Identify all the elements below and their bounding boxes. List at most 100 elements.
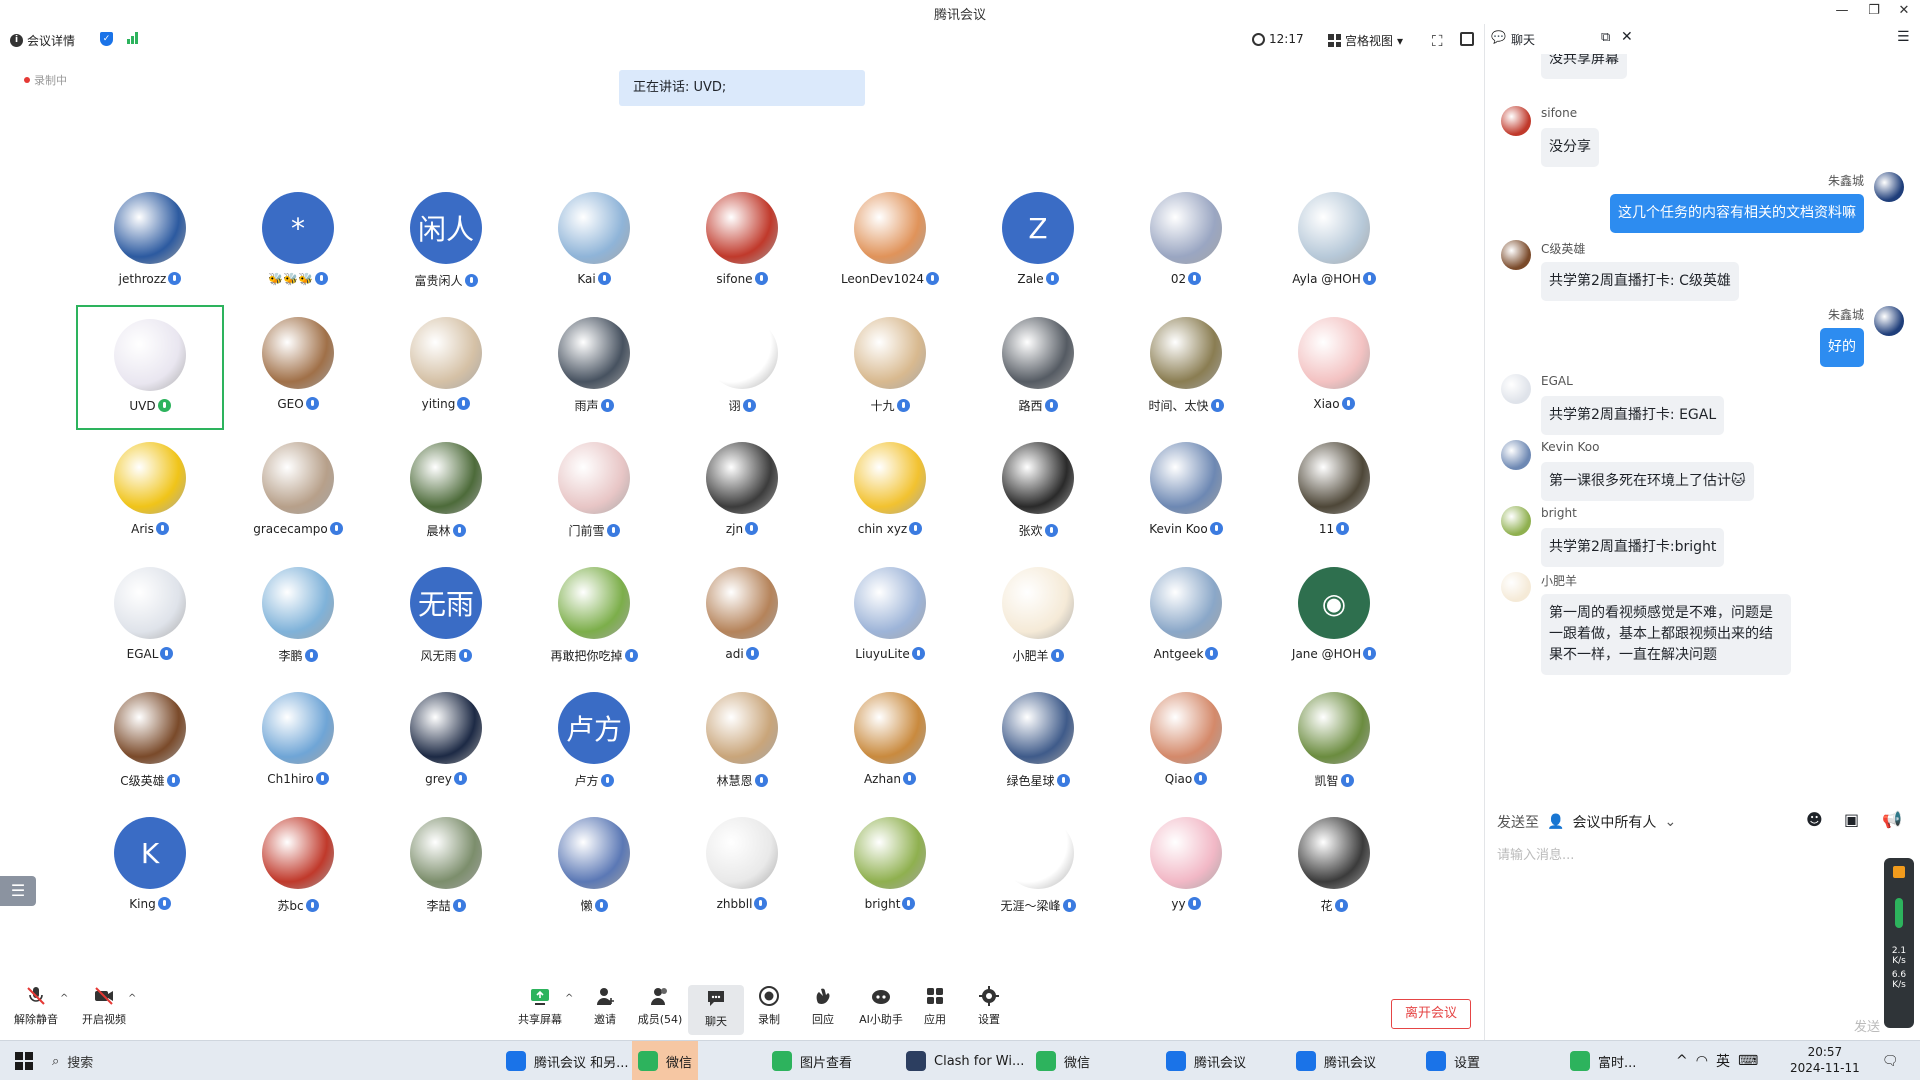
- restore-button[interactable]: ❐: [1858, 0, 1890, 24]
- message-bubble[interactable]: 共学第2周直播打卡: C级英雄: [1541, 262, 1739, 301]
- taskbar-app[interactable]: 图片查看: [766, 1041, 858, 1080]
- emoji-icon[interactable]: ☻: [1806, 810, 1824, 829]
- participant-tile[interactable]: ◉ Jane @HOH: [1260, 561, 1408, 686]
- close-window-button[interactable]: ✕: [1888, 0, 1920, 24]
- participant-tile[interactable]: Ch1hiro: [224, 686, 372, 811]
- unmute-button[interactable]: 解除静音: [6, 985, 66, 1027]
- participant-tile[interactable]: chin xyz: [816, 436, 964, 561]
- taskbar-app[interactable]: 微信: [1030, 1041, 1096, 1080]
- participant-tile[interactable]: zhbbll: [668, 811, 816, 936]
- participant-tile[interactable]: adi: [668, 561, 816, 686]
- participant-tile[interactable]: Xiao: [1260, 311, 1408, 436]
- participant-tile[interactable]: K King: [76, 811, 224, 936]
- taskbar-app[interactable]: 腾讯会议: [1290, 1041, 1382, 1080]
- participant-tile[interactable]: zjn: [668, 436, 816, 561]
- send-button[interactable]: 发送: [1854, 1016, 1880, 1035]
- participant-tile[interactable]: 卢方 卢方: [520, 686, 668, 811]
- avatar[interactable]: [1874, 172, 1904, 202]
- participant-tile[interactable]: 林慧恩: [668, 686, 816, 811]
- network-signal[interactable]: [127, 32, 138, 44]
- taskbar-search[interactable]: ⌕ 搜索: [52, 1047, 332, 1075]
- leave-meeting-button[interactable]: 离开会议: [1391, 999, 1471, 1029]
- avatar[interactable]: [1501, 506, 1531, 536]
- participant-tile[interactable]: 无涯～梁峰: [964, 811, 1112, 936]
- audio-options-caret[interactable]: ^: [60, 993, 68, 1004]
- invite-button[interactable]: 邀请: [577, 985, 633, 1027]
- participant-tile[interactable]: 花: [1260, 811, 1408, 936]
- participant-tile[interactable]: 闲人 富贵闲人: [372, 186, 520, 311]
- meeting-details-button[interactable]: i 会议详情: [10, 32, 75, 49]
- participant-tile[interactable]: LeonDev1024: [816, 186, 964, 311]
- list-toggle-button[interactable]: ☰: [0, 876, 36, 906]
- message-bubble[interactable]: 第一课很多死在环境上了估计🐱: [1541, 462, 1754, 501]
- avatar[interactable]: [1501, 240, 1531, 270]
- participant-tile[interactable]: 十九: [816, 311, 964, 436]
- taskbar-app[interactable]: 富时...: [1564, 1041, 1642, 1080]
- participant-tile[interactable]: Aris: [76, 436, 224, 561]
- participant-tile[interactable]: gracecampo: [224, 436, 372, 561]
- participant-tile[interactable]: yiting: [372, 311, 520, 436]
- participant-tile[interactable]: 晨林: [372, 436, 520, 561]
- participant-tile[interactable]: 张欢: [964, 436, 1112, 561]
- participant-tile[interactable]: grey: [372, 686, 520, 811]
- participant-tile[interactable]: Kai: [520, 186, 668, 311]
- taskbar-app[interactable]: 微信: [632, 1041, 699, 1080]
- participant-tile[interactable]: bright: [816, 811, 964, 936]
- announce-icon[interactable]: 📢: [1882, 810, 1902, 829]
- participant-tile[interactable]: 雨声: [520, 311, 668, 436]
- system-tray[interactable]: ^ ◠ 英 ⌨: [1670, 1041, 1764, 1080]
- participant-tile[interactable]: EGAL: [76, 561, 224, 686]
- participant-tile[interactable]: Qiao: [1112, 686, 1260, 811]
- notifications-button[interactable]: 🗨: [1876, 1041, 1905, 1080]
- participant-tile[interactable]: 绿色星球: [964, 686, 1112, 811]
- message-bubble[interactable]: 第一周的看视频感觉是不难，问题是一跟着做，基本上都跟视频出来的结果不一样，一直在…: [1541, 594, 1791, 675]
- chat-button[interactable]: 聊天: [688, 985, 744, 1035]
- message-bubble[interactable]: 这几个任务的内容有相关的文档资料嘛: [1610, 194, 1864, 233]
- security-button[interactable]: ✓: [100, 32, 113, 46]
- minimize-button[interactable]: —: [1826, 0, 1858, 24]
- message-bubble[interactable]: 好的: [1820, 328, 1864, 367]
- participant-tile[interactable]: * 🐝🐝🐝: [224, 186, 372, 311]
- participant-tile[interactable]: 苏bc: [224, 811, 372, 936]
- taskbar-clock[interactable]: 20:57 2024-11-11: [1790, 1044, 1860, 1076]
- message-bubble[interactable]: 没共享屏幕: [1541, 54, 1627, 79]
- close-chat-button[interactable]: ✕: [1621, 29, 1633, 45]
- participant-tile[interactable]: 诩: [668, 311, 816, 436]
- chat-messages[interactable]: 没共享屏幕 sifone 没分享 朱鑫城 这几个任务的内容有相关的文档资料嘛 C级英雄 共学…: [1485, 54, 1920, 824]
- react-button[interactable]: 回应: [795, 985, 851, 1027]
- avatar[interactable]: [1501, 440, 1531, 470]
- avatar[interactable]: [1874, 306, 1904, 336]
- share-screen-button[interactable]: 共享屏幕: [512, 985, 568, 1027]
- participant-tile[interactable]: 李鹏: [224, 561, 372, 686]
- participant-tile[interactable]: 李喆: [372, 811, 520, 936]
- ai-assistant-button[interactable]: AI小助手: [851, 985, 911, 1027]
- view-mode-dropdown[interactable]: 宫格视图 ▾: [1328, 32, 1403, 49]
- popout-icon[interactable]: ⧉: [1601, 30, 1610, 45]
- folder-icon[interactable]: ▣: [1844, 810, 1862, 829]
- avatar[interactable]: [1501, 572, 1531, 602]
- apps-button[interactable]: 应用: [907, 985, 963, 1027]
- message-bubble[interactable]: 共学第2周直播打卡:bright: [1541, 528, 1725, 567]
- taskbar-app[interactable]: Clash for Wi...: [900, 1041, 1030, 1080]
- participant-tile[interactable]: 11: [1260, 436, 1408, 561]
- taskbar-app[interactable]: 腾讯会议 和另...: [500, 1041, 635, 1080]
- participant-tile[interactable]: Z Zale: [964, 186, 1112, 311]
- send-to-selector[interactable]: 发送至 👤 会议中所有人 ⌄: [1497, 812, 1676, 832]
- participant-tile[interactable]: 懒: [520, 811, 668, 936]
- avatar[interactable]: [1501, 374, 1531, 404]
- participant-tile[interactable]: 再敢把你吃掉: [520, 561, 668, 686]
- taskbar-app[interactable]: 设置: [1420, 1041, 1486, 1080]
- video-options-caret[interactable]: ^: [128, 993, 136, 1004]
- share-options-caret[interactable]: ^: [565, 993, 573, 1004]
- participant-tile[interactable]: jethrozz: [76, 186, 224, 311]
- participant-tile[interactable]: Kevin Koo: [1112, 436, 1260, 561]
- participant-tile[interactable]: 小肥羊: [964, 561, 1112, 686]
- participant-tile[interactable]: sifone: [668, 186, 816, 311]
- participant-tile[interactable]: 02: [1112, 186, 1260, 311]
- message-bubble[interactable]: 共学第2周直播打卡: EGAL: [1541, 396, 1725, 435]
- members-button[interactable]: 成员(54): [632, 985, 688, 1027]
- participant-tile[interactable]: Azhan: [816, 686, 964, 811]
- participant-tile[interactable]: Ayla @HOH: [1260, 186, 1408, 311]
- participant-tile[interactable]: 时间、太快: [1112, 311, 1260, 436]
- taskbar-app[interactable]: 腾讯会议: [1160, 1041, 1252, 1080]
